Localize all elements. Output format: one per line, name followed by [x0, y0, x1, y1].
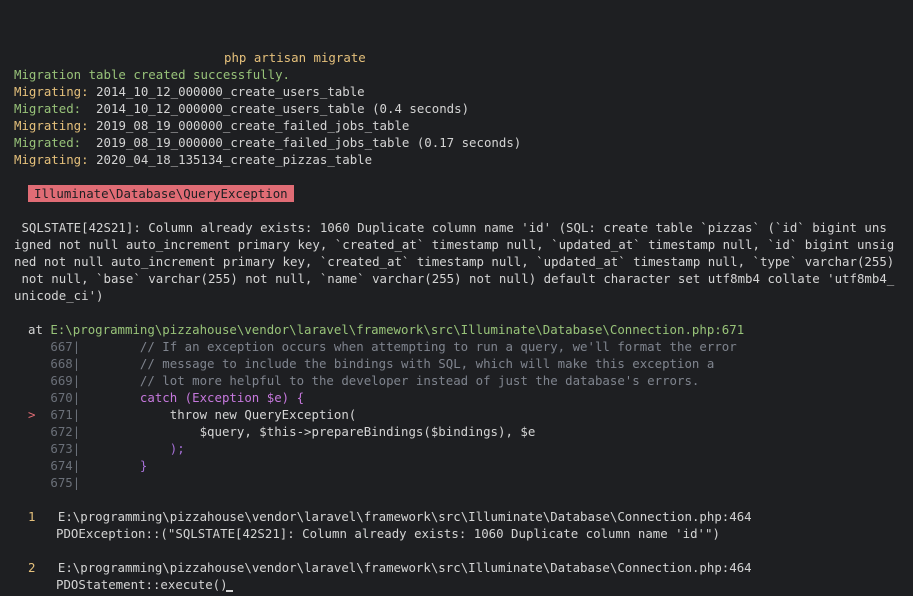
exception-location: at E:\programming\pizzahouse\vendor\lara… [28, 321, 744, 338]
text-cursor [226, 590, 233, 592]
code-line: 672| $query, $this->prepareBindings($bin… [28, 423, 535, 440]
code-line: > 671| throw new QueryException( [28, 406, 356, 423]
line-number: 672| [50, 424, 81, 439]
code-text: // lot more helpful to the developer ins… [80, 373, 700, 388]
code-line: 675| [28, 474, 80, 491]
line-number: 669| [50, 373, 81, 388]
terminal-output: php artisan migrate Migration table crea… [0, 0, 913, 596]
line-number: 671| [50, 407, 81, 422]
code-text: } [80, 458, 148, 473]
log-label: Migrating: [14, 84, 89, 99]
code-line: 668| // message to include the bindings … [28, 355, 714, 372]
line-number: 668| [50, 356, 81, 371]
code-text: catch (Exception $e) { [80, 390, 305, 405]
log-line: Migrated: 2019_08_19_000000_create_faile… [14, 134, 521, 151]
command-line: php artisan migrate [224, 50, 366, 65]
log-line: Migrating: 2014_10_12_000000_create_user… [14, 83, 365, 100]
exception-badge-row: Illuminate\Database\QueryException [28, 185, 294, 202]
log-text: 2019_08_19_000000_create_failed_jobs_tab… [81, 135, 522, 150]
line-number: 674| [50, 458, 81, 473]
log-line: Migrating: 2020_04_18_135134_create_pizz… [14, 151, 372, 168]
line-marker [28, 373, 43, 388]
error-line: ned not null auto_increment primary key,… [14, 254, 895, 269]
code-text: // message to include the bindings with … [80, 356, 715, 371]
log-label: Migrated: [14, 101, 82, 116]
line-number: 670| [50, 390, 81, 405]
log-label: Migrating: [14, 152, 89, 167]
line-marker [28, 441, 43, 456]
line-marker [28, 339, 43, 354]
code-line: 670| catch (Exception $e) { [28, 389, 304, 406]
trace-index: 2 [28, 560, 36, 575]
trace-path: E:\programming\pizzahouse\vendor\laravel… [57, 509, 752, 524]
line-marker [28, 458, 43, 473]
line-number: 673| [50, 441, 81, 456]
log-text: 2014_10_12_000000_create_users_table (0.… [81, 101, 470, 116]
log-label: Migrating: [14, 118, 89, 133]
error-line: not null, `base` varchar(255) not null, … [14, 271, 895, 286]
trace-path: E:\programming\pizzahouse\vendor\laravel… [57, 560, 752, 575]
error-line: igned not null auto_increment primary ke… [14, 237, 895, 252]
exception-file-path: E:\programming\pizzahouse\vendor\laravel… [50, 322, 745, 337]
error-line: SQLSTATE[42S21]: Column already exists: … [14, 220, 887, 235]
code-text: $query, $this->prepareBindings($bindings… [80, 424, 536, 439]
error-line: unicode_ci') [14, 288, 104, 303]
log-text: 2014_10_12_000000_create_users_table [88, 84, 365, 99]
code-text: ); [80, 441, 185, 456]
code-line: 669| // lot more helpful to the develope… [28, 372, 699, 389]
line-number: 675| [50, 475, 81, 490]
trace-call: PDOException::("SQLSTATE[42S21]: Column … [56, 526, 720, 541]
exception-badge: Illuminate\Database\QueryException [28, 185, 294, 202]
code-text: throw new QueryException( [80, 407, 357, 422]
code-line: 667| // If an exception occurs when atte… [28, 338, 737, 355]
line-marker [28, 424, 43, 439]
at-label: at [28, 322, 43, 337]
line-marker: > [28, 407, 43, 422]
log-label: Migrated: [14, 135, 82, 150]
code-line: 674| } [28, 457, 147, 474]
code-line: 673| ); [28, 440, 185, 457]
trace-index: 1 [28, 509, 36, 524]
log-line: Migrated: 2014_10_12_000000_create_users… [14, 100, 469, 117]
migration-table-message: Migration table created successfully. [14, 67, 291, 82]
trace-call: PDOStatement::execute() [56, 577, 228, 592]
line-marker [28, 356, 43, 371]
log-line: Migrating: 2019_08_19_000000_create_fail… [14, 117, 409, 134]
line-number: 667| [50, 339, 81, 354]
trace-frame: 1 E:\programming\pizzahouse\vendor\larav… [28, 508, 752, 525]
log-text: 2020_04_18_135134_create_pizzas_table [88, 152, 373, 167]
line-marker [28, 390, 43, 405]
trace-frame: 2 E:\programming\pizzahouse\vendor\larav… [28, 559, 752, 576]
log-text: 2019_08_19_000000_create_failed_jobs_tab… [88, 118, 410, 133]
code-text: // If an exception occurs when attemptin… [80, 339, 737, 354]
line-marker [28, 475, 43, 490]
